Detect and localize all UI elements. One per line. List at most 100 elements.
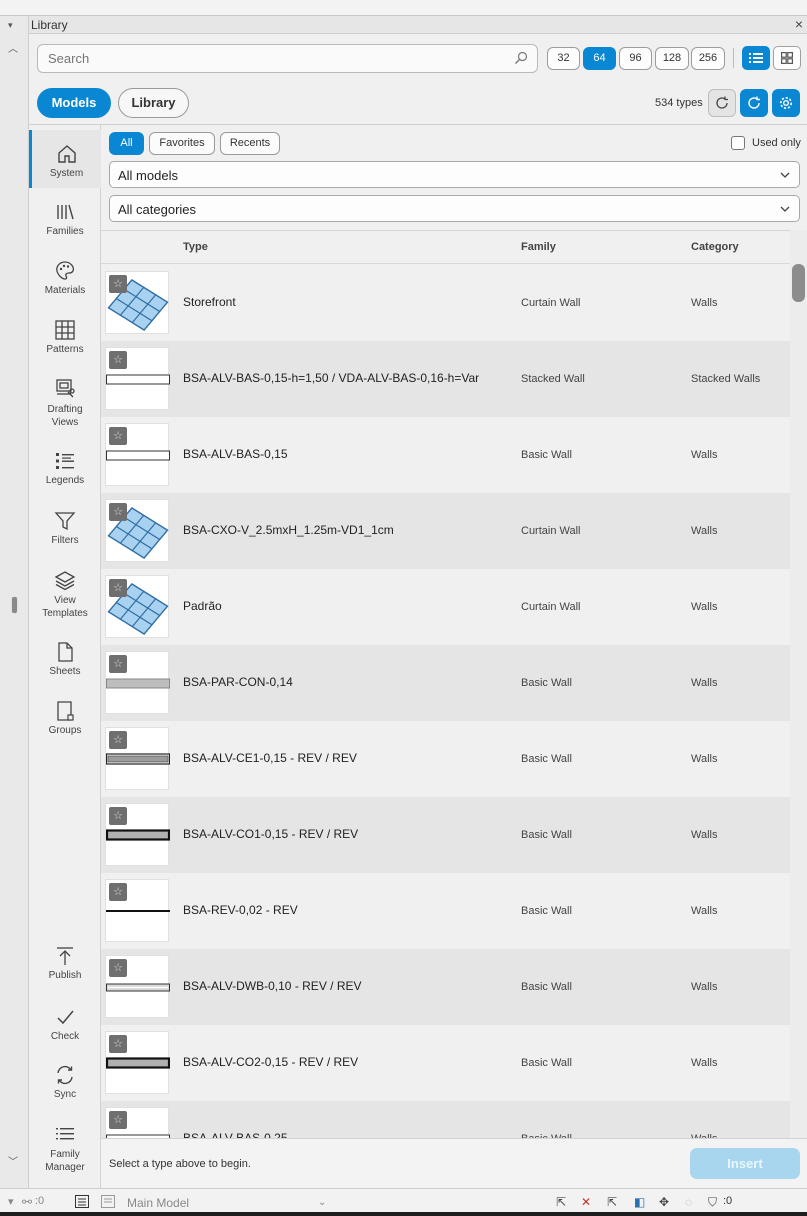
table-row[interactable]: ☆BSA-ALV-BAS-0,25Basic WallWalls [101,1101,791,1138]
star-icon[interactable]: ☆ [109,655,127,673]
drag-on-selection-icon[interactable]: ✥ [659,1195,669,1209]
select-links-icon[interactable]: ⇱ [556,1195,566,1209]
cell-family: Basic Wall [521,753,572,765]
sidebar-item-sync[interactable]: Sync [29,1064,101,1100]
table-row[interactable]: ☆ Padrão Curtain Wall Walls [101,569,791,645]
star-icon[interactable]: ☆ [109,503,127,521]
table-scroll-thumb[interactable] [792,264,805,302]
search-icon[interactable] [514,51,528,70]
table-row[interactable]: ☆ BSA-ALV-CE1-0,15 - REV / REV Basic Wall W… [101,721,791,797]
sidebar-item-publish[interactable]: Publish [29,945,101,981]
sidebar-item-check[interactable]: Check [29,1006,101,1042]
table-row[interactable]: ☆ BSA-ALV-CO1-0,15 - REV / REV Basic Wall W… [101,797,791,873]
filter-count: :0 [723,1195,733,1207]
close-icon[interactable]: × [795,16,803,32]
column-header-category[interactable]: Category [691,241,739,253]
table-row[interactable]: ☆ BSA-ALV-BAS-0,15-h=1,50 / VDA-ALV-BAS-0… [101,341,791,417]
insert-button[interactable]: Insert [690,1148,800,1179]
table-row[interactable]: ☆ BSA-ALV-BAS-0,15 Basic Wall Walls [101,417,791,493]
star-icon[interactable]: ☆ [109,427,127,445]
filter-all[interactable]: All [109,132,144,155]
sidebar-item-materials[interactable]: Materials [29,260,101,296]
size-64-button[interactable]: 64 [583,47,616,70]
model-select[interactable]: All models [109,161,800,188]
table-row[interactable]: ☆ BSA-PAR-CON-0,14 Basic Wall Walls [101,645,791,721]
used-only-checkbox[interactable] [731,136,745,150]
filter-favorites[interactable]: Favorites [149,132,215,155]
select-underlay-icon[interactable]: ✕ [581,1195,591,1209]
sidebar-item-view-templates[interactable]: View Templates [29,569,101,620]
type-thumbnail: ☆ [105,955,170,1018]
table-scrollbar[interactable] [790,230,807,1138]
search-box[interactable] [37,44,538,73]
tab-models[interactable]: Models [37,88,111,118]
cell-type: BSA-ALV-CE1-0,15 - REV / REV [183,751,357,765]
size-256-button[interactable]: 256 [691,47,725,70]
list-icon [56,1128,74,1140]
list-view-button[interactable] [742,46,770,70]
reload-icon [748,96,760,109]
star-icon[interactable]: ☆ [109,807,127,825]
search-input[interactable] [48,51,498,66]
active-model[interactable]: Main Model [127,1196,189,1210]
sidebar-item-patterns[interactable]: Patterns [29,319,101,355]
editable-icon[interactable] [75,1195,89,1211]
size-128-button[interactable]: 128 [655,47,689,70]
star-icon[interactable]: ☆ [109,579,127,597]
table-row[interactable]: ☆ BSA-ALV-CO2-0,15 - REV / REV Basic Wall W… [101,1025,791,1101]
select-by-face-icon[interactable]: ◧ [634,1195,645,1209]
background-process-icon[interactable]: ◌ [685,1195,692,1209]
filter-recents[interactable]: Recents [220,132,280,155]
panel-menu-icon[interactable]: ▾ [8,20,13,31]
table-header: Type Family Category [101,231,791,264]
status-dropdown-icon[interactable]: ▾ [8,1195,14,1208]
sidebar-item-groups[interactable]: Groups [29,700,101,736]
outer-scroll-thumb[interactable] [11,596,18,614]
sidebar-item-label: Sync [53,1089,77,1100]
design-options-icon[interactable] [101,1195,115,1211]
table-row[interactable]: ☆ BSA-REV-0,02 - REV Basic Wall Walls [101,873,791,949]
size-32-button[interactable]: 32 [547,47,580,70]
table-row[interactable]: ☆ BSA-CXO-V_2.5mxH_1.25m-VD1_1cm Curtain W… [101,493,791,569]
filter-status-icon[interactable]: ⛉ [708,1195,717,1210]
sidebar-item-legends[interactable]: Legends [29,450,101,486]
types-table: Type Family Category ☆ Storefront Curtain … [101,230,807,1138]
refresh-button[interactable] [708,89,736,117]
cell-family: Stacked Wall [521,373,585,385]
cell-family: Basic Wall [521,677,572,689]
star-icon[interactable]: ☆ [109,731,127,749]
cell-category: Walls [691,677,718,689]
star-icon[interactable]: ☆ [109,275,127,293]
size-96-button[interactable]: 96 [619,47,652,70]
select-pinned-icon[interactable]: ⇱ [607,1195,617,1209]
grid-view-icon [781,52,793,64]
sidebar-item-drafting-views[interactable]: Drafting Views [29,378,101,429]
table-row[interactable]: ☆ Storefront Curtain Wall Walls [101,265,791,341]
settings-button[interactable] [772,89,800,117]
sync-library-button[interactable] [740,89,768,117]
cell-family: Basic Wall [521,981,572,993]
sidebar-item-family-manager[interactable]: Family Manager [29,1123,101,1174]
column-header-family[interactable]: Family [521,241,556,253]
star-icon[interactable]: ☆ [109,959,127,977]
sidebar-item-label: Family Manager [45,1149,85,1173]
table-row[interactable]: ☆ BSA-ALV-DWB-0,10 - REV / REV Basic Wall W… [101,949,791,1025]
sidebar-item-families[interactable]: Families [29,201,101,237]
used-only-toggle[interactable]: Used only [731,136,801,150]
star-icon[interactable]: ☆ [109,883,127,901]
sidebar-item-label: Groups [48,725,82,736]
star-icon[interactable]: ☆ [109,1035,127,1053]
grid-view-button[interactable] [773,46,801,70]
sidebar-item-filters[interactable]: Filters [29,510,101,546]
scroll-down-icon[interactable]: ﹀ [8,1153,18,1168]
sidebar-item-system[interactable]: System [29,130,101,188]
sidebar-item-sheets[interactable]: Sheets [29,641,101,677]
star-icon[interactable]: ☆ [109,351,127,369]
column-header-type[interactable]: Type [183,241,208,253]
scroll-up-icon[interactable]: ︿ [8,40,18,55]
category-select[interactable]: All categories [109,195,800,222]
chevron-down-icon[interactable]: ⌄ [318,1197,326,1208]
star-icon[interactable]: ☆ [109,1111,127,1129]
workset-icon[interactable]: ⚯ [22,1195,32,1209]
tab-library[interactable]: Library [118,88,189,118]
